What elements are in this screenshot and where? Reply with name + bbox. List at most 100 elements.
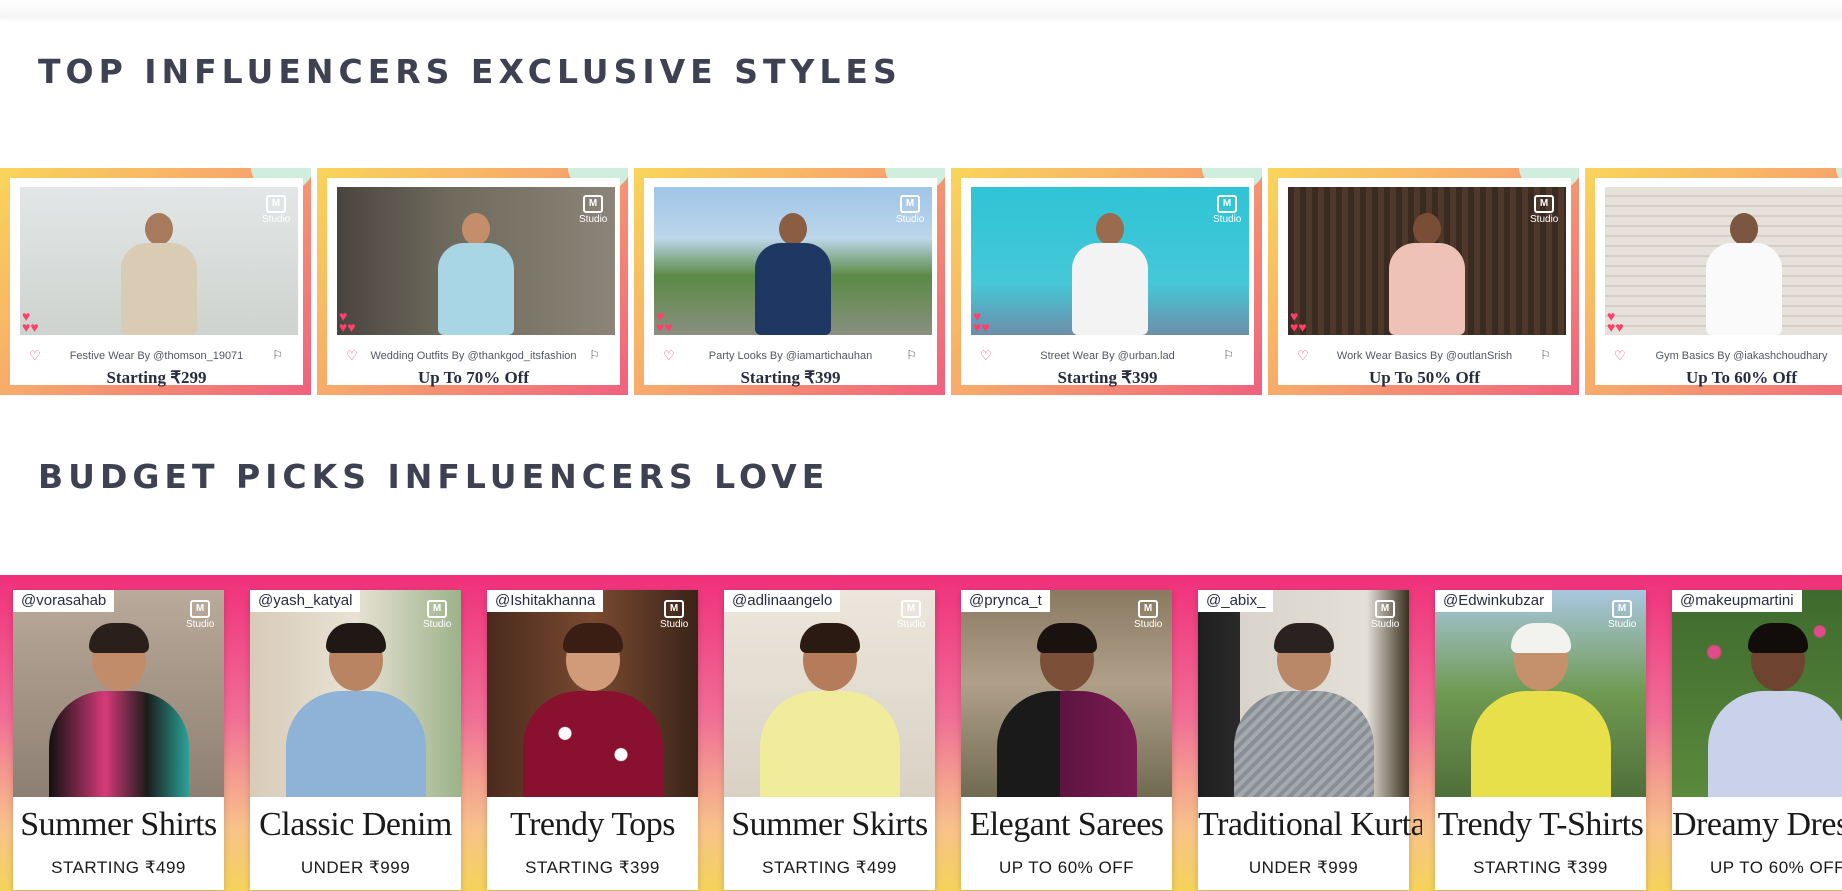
bookmark-icon[interactable]: ⚐ <box>906 348 917 362</box>
category-price: UP TO 60% OFF <box>1710 858 1842 877</box>
influencer-photo[interactable]: @makeupmartini M Studio <box>1672 590 1842 797</box>
section-title-top-influencers: TOP INFLUENCERS EXCLUSIVE STYLES <box>38 52 902 91</box>
heart-icon[interactable]: ♡ <box>1614 348 1626 364</box>
influencer-photo[interactable]: M Studio ♥♥♥ <box>1288 187 1566 335</box>
influencer-handle[interactable]: @_abix_ <box>1198 590 1274 612</box>
influencer-photo[interactable]: @yash_katyal M Studio <box>250 590 461 797</box>
influencer-handle[interactable]: @vorasahab <box>13 590 115 612</box>
model-figure <box>996 619 1137 797</box>
card-content: M Studio ♥ ♥♥ ♡ Work Wear Basics By @outl… <box>1278 178 1571 387</box>
category-title: Trendy T-Shirts <box>1437 806 1644 843</box>
model-figure <box>1707 619 1842 797</box>
category-price: STARTING ₹399 <box>1473 858 1608 877</box>
style-offer: Starting ₹399 <box>1057 368 1158 387</box>
style-caption: Work Wear Basics By @outlanSrish <box>1336 350 1513 362</box>
influencer-handle[interactable]: @prynca_t <box>961 590 1050 612</box>
bookmark-icon[interactable]: ⚐ <box>1223 348 1234 362</box>
budget-pick-card[interactable]: @yash_katyal M Studio Classic Denim UNDE… <box>237 575 474 891</box>
card-content: @yash_katyal M Studio Classic Denim UNDE… <box>250 590 461 890</box>
influencer-photo[interactable]: M Studio ♥♥♥ <box>1605 187 1842 335</box>
card-content: @makeupmartini M Studio Dreamy Dresses U… <box>1672 590 1842 890</box>
budget-pick-card[interactable]: @makeupmartini M Studio Dreamy Dresses U… <box>1659 575 1842 891</box>
style-offer: Up To 50% Off <box>1369 368 1480 387</box>
influencer-handle[interactable]: @Ishitakhanna <box>487 590 604 612</box>
studio-badge: M Studio <box>186 600 214 630</box>
myntra-m-logo-icon: M <box>1612 600 1632 618</box>
influencer-photo[interactable]: M Studio ♥♥♥ <box>20 187 298 335</box>
bookmark-icon[interactable]: ⚐ <box>272 348 283 362</box>
influencer-style-card[interactable]: M Studio ♥ ♥♥ ♡ Wedding Outfits By @thank… <box>317 168 628 395</box>
card-content: @prynca_t M Studio Elegant Sarees UP TO … <box>961 590 1172 890</box>
influencer-style-card[interactable]: M Studio ♥ ♥♥ ♡ Street Wear By @urban.lad… <box>951 168 1262 395</box>
hearts-icon: ♥ ♥♥ <box>22 308 39 335</box>
budget-pick-card[interactable]: @prynca_t M Studio Elegant Sarees UP TO … <box>948 575 1185 891</box>
model-figure <box>755 213 831 335</box>
card-content: M Studio ♥ ♥♥ ♡ Street Wear By @urban.lad… <box>961 178 1254 387</box>
myntra-m-logo-icon: M <box>190 600 210 618</box>
category-title: Traditional Kurtas <box>1198 806 1422 843</box>
card-content: M Studio ♥♥♥ ♡ Gym Basics By @iakashchou… <box>1595 178 1842 387</box>
category-title: Elegant Sarees <box>969 806 1164 843</box>
heart-icon[interactable]: ♡ <box>346 348 358 364</box>
influencer-styles-carousel[interactable]: M Studio ♥ ♥♥ ♡ Festive Wear By @thomson_… <box>0 168 1842 395</box>
heart-icon[interactable]: ♡ <box>1297 348 1309 364</box>
influencer-handle[interactable]: @adlinaangelo <box>724 590 841 612</box>
budget-pick-card[interactable]: @vorasahab M Studio Summer Shirts STARTI… <box>0 575 237 891</box>
style-offer: Starting ₹299 <box>106 368 207 387</box>
style-offer: Up To 60% Off <box>1686 368 1797 387</box>
category-price: STARTING ₹499 <box>762 858 897 877</box>
influencer-photo[interactable]: @adlinaangelo M Studio <box>724 590 935 797</box>
heart-icon[interactable]: ♡ <box>29 348 41 364</box>
myntra-m-logo-icon: M <box>1534 195 1554 213</box>
budget-pick-card[interactable]: @_abix_ M Studio Traditional Kurtas UNDE… <box>1185 575 1422 891</box>
bookmark-icon[interactable]: ⚐ <box>1540 348 1551 362</box>
budget-picks-carousel[interactable]: @vorasahab M Studio Summer Shirts STARTI… <box>0 575 1842 891</box>
budget-pick-card[interactable]: @Ishitakhanna M Studio Trendy Tops START… <box>474 575 711 891</box>
influencer-handle[interactable]: @makeupmartini <box>1672 590 1802 612</box>
studio-badge: M Studio <box>1134 600 1162 630</box>
influencer-style-card[interactable]: M Studio ♥♥♥ ♡ Gym Basics By @iakashchou… <box>1585 168 1842 395</box>
category-price: UNDER ₹999 <box>1248 858 1359 877</box>
card-content: @vorasahab M Studio Summer Shirts STARTI… <box>13 590 224 890</box>
budget-pick-card[interactable]: @Edwinkubzar M Studio Trendy T-Shirts ST… <box>1422 575 1659 891</box>
influencer-handle[interactable]: @yash_katyal <box>250 590 361 612</box>
influencer-photo[interactable]: M Studio ♥♥♥ <box>654 187 932 335</box>
influencer-style-card[interactable]: M Studio ♥ ♥♥ ♡ Festive Wear By @thomson_… <box>0 168 311 395</box>
model-figure <box>285 619 426 797</box>
model-figure <box>1072 213 1148 335</box>
category-title: Trendy Tops <box>510 806 676 843</box>
model-figure <box>1706 213 1782 335</box>
card-content: @_abix_ M Studio Traditional Kurtas UNDE… <box>1198 590 1422 890</box>
influencer-photo[interactable]: M Studio ♥♥♥ <box>337 187 615 335</box>
influencer-photo[interactable]: @vorasahab M Studio <box>13 590 224 797</box>
style-caption: Festive Wear By @thomson_19071 <box>69 350 244 362</box>
influencer-photo[interactable]: @Edwinkubzar M Studio <box>1435 590 1646 797</box>
style-caption: Party Looks By @iamartichauhan <box>708 350 873 362</box>
studio-badge: M Studio <box>262 195 290 225</box>
studio-badge: M Studio <box>423 600 451 630</box>
studio-badge: M Studio <box>1608 600 1636 630</box>
influencer-photo[interactable]: M Studio ♥♥♥ <box>971 187 1249 335</box>
style-caption: Street Wear By @urban.lad <box>1040 350 1175 362</box>
heart-icon[interactable]: ♡ <box>663 348 675 364</box>
bookmark-icon[interactable]: ⚐ <box>589 348 600 362</box>
influencer-photo[interactable]: @_abix_ M Studio <box>1198 590 1409 797</box>
budget-pick-card[interactable]: @adlinaangelo M Studio Summer Skirts STA… <box>711 575 948 891</box>
category-title: Summer Skirts <box>731 806 928 843</box>
influencer-style-card[interactable]: M Studio ♥ ♥♥ ♡ Party Looks By @iamartich… <box>634 168 945 395</box>
model-figure <box>759 619 900 797</box>
influencer-style-card[interactable]: M Studio ♥ ♥♥ ♡ Work Wear Basics By @outl… <box>1268 168 1579 395</box>
model-figure <box>438 213 514 335</box>
influencer-handle[interactable]: @Edwinkubzar <box>1435 590 1553 612</box>
myntra-m-logo-icon: M <box>901 600 921 618</box>
influencer-photo[interactable]: @Ishitakhanna M Studio <box>487 590 698 797</box>
myntra-m-logo-icon: M <box>583 195 603 213</box>
influencer-photo[interactable]: @prynca_t M Studio <box>961 590 1172 797</box>
heart-icon[interactable]: ♡ <box>980 348 992 364</box>
category-price: STARTING ₹399 <box>525 858 660 877</box>
studio-badge: M Studio <box>896 195 924 225</box>
myntra-m-logo-icon: M <box>427 600 447 618</box>
card-content: M Studio ♥ ♥♥ ♡ Party Looks By @iamartich… <box>644 178 937 387</box>
card-content: M Studio ♥ ♥♥ ♡ Festive Wear By @thomson_… <box>10 178 303 387</box>
studio-badge: M Studio <box>660 600 688 630</box>
